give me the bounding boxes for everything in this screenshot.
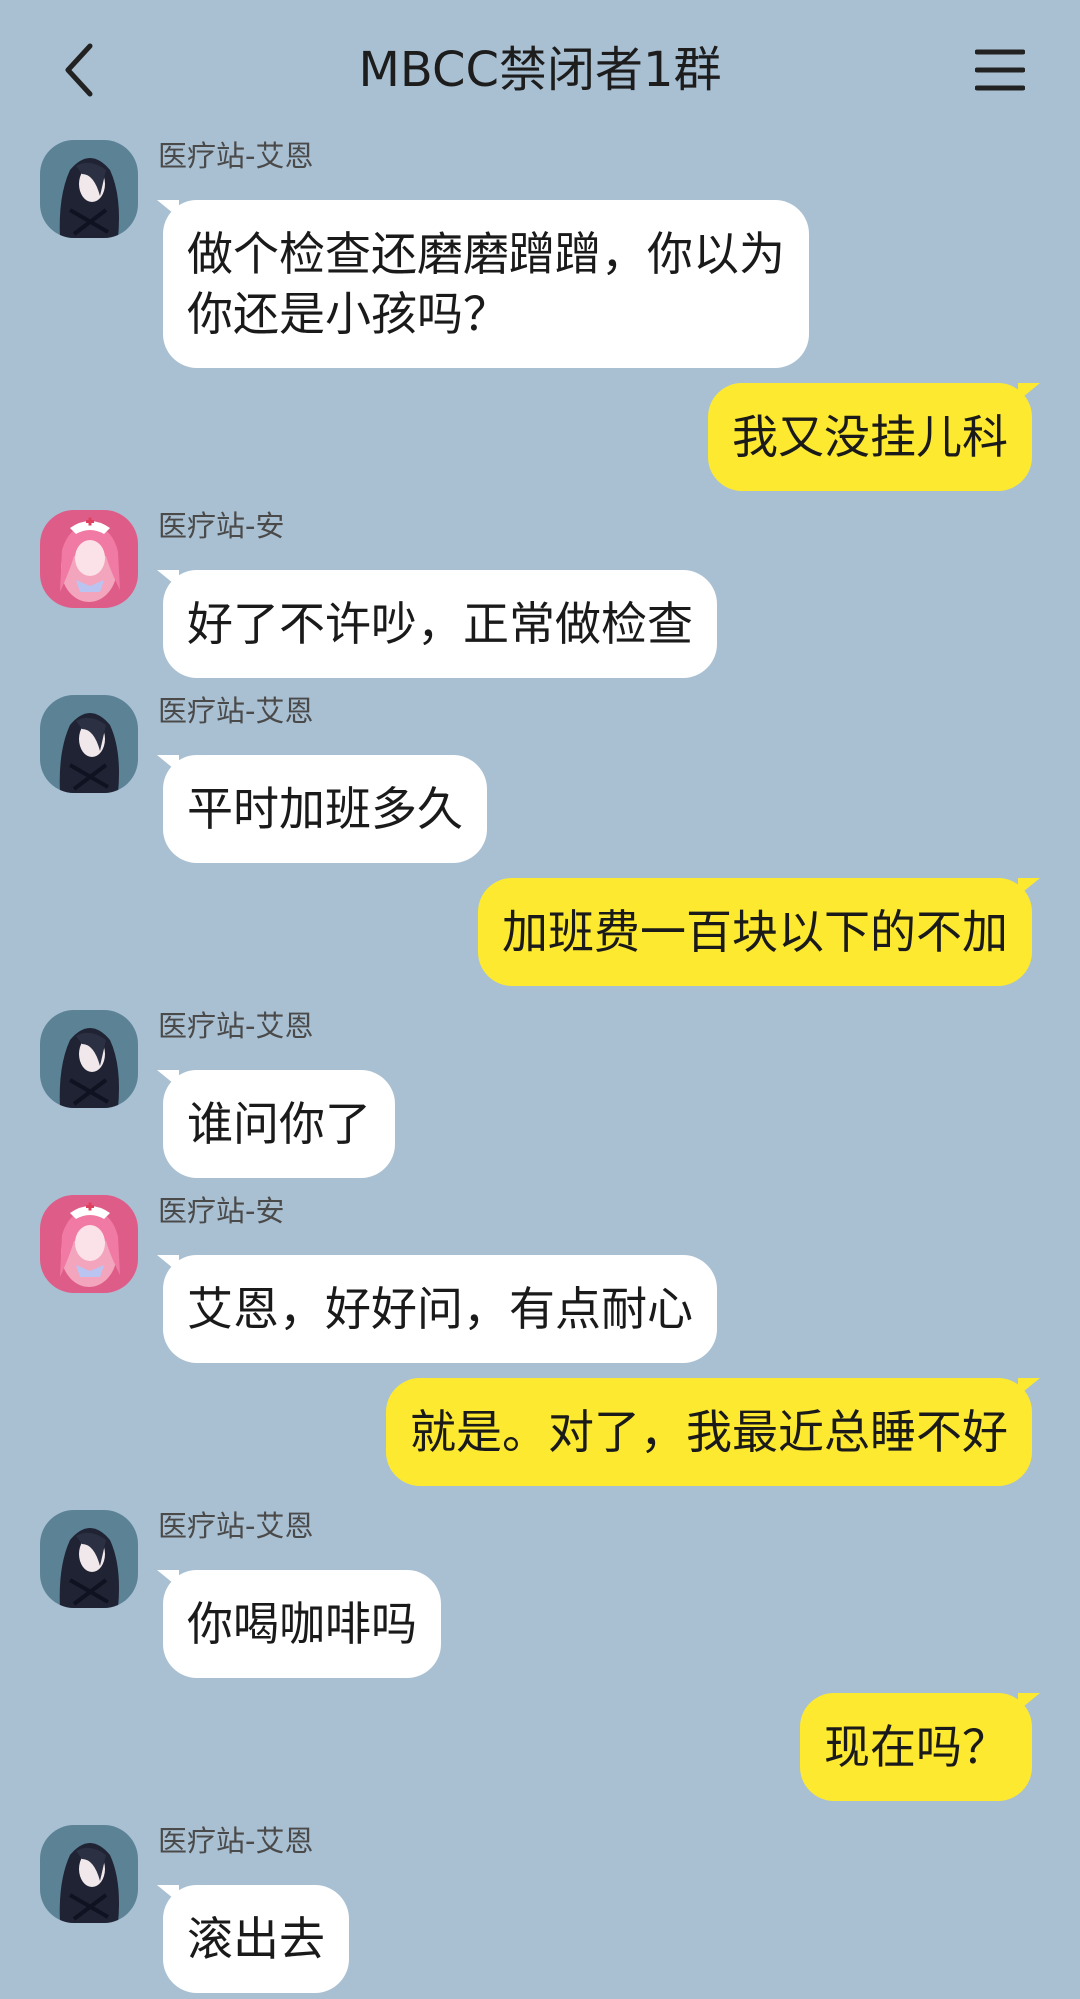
- outgoing-message: 我又没挂儿科: [0, 383, 1080, 493]
- dark-haired-avatar[interactable]: [40, 1010, 138, 1108]
- message-text-line: 现在吗？: [824, 1720, 1008, 1774]
- sender-name: 医疗站-艾恩: [158, 1509, 314, 1543]
- sender-name: 医疗站-安: [158, 1194, 285, 1228]
- message-bubble[interactable]: 做个检查还磨磨蹭蹭，你以为 你还是小孩吗？: [157, 200, 809, 368]
- incoming-message: 医疗站-安好了不许吵，正常做检查: [0, 508, 1080, 678]
- message-text-line: 就是。对了，我最近总睡不好: [410, 1405, 1008, 1459]
- chat-title: MBCC禁闭者1群: [358, 42, 722, 98]
- sender-name: 医疗站-艾恩: [158, 694, 314, 728]
- chat-header: MBCC禁闭者1群: [0, 0, 1080, 140]
- incoming-message: 医疗站-艾恩做个检查还磨磨蹭蹭，你以为 你还是小孩吗？: [0, 138, 1080, 368]
- dark-haired-avatar[interactable]: [40, 695, 138, 793]
- message-text-line: 加班费一百块以下的不加: [502, 905, 1008, 959]
- back-button[interactable]: [40, 30, 120, 110]
- outgoing-message: 就是。对了，我最近总睡不好: [0, 1378, 1080, 1488]
- message-text-line: 你喝咖啡吗: [187, 1597, 417, 1651]
- sender-name: 医疗站-安: [158, 509, 285, 543]
- dark-haired-avatar[interactable]: [40, 140, 138, 238]
- incoming-message: 医疗站-艾恩平时加班多久: [0, 693, 1080, 863]
- message-bubble[interactable]: 滚出去: [157, 1885, 349, 1993]
- message-text-line: 谁问你了: [187, 1097, 371, 1151]
- message-text-line: 平时加班多久: [187, 782, 463, 836]
- message-bubble[interactable]: 就是。对了，我最近总睡不好: [386, 1378, 1040, 1486]
- message-bubble[interactable]: 加班费一百块以下的不加: [478, 878, 1040, 986]
- message-text-line: 你还是小孩吗？: [187, 287, 509, 341]
- sender-name: 医疗站-艾恩: [158, 1009, 314, 1043]
- dark-haired-avatar[interactable]: [40, 1825, 138, 1923]
- incoming-message: 医疗站-艾恩谁问你了: [0, 1008, 1080, 1178]
- message-text-line: 好了不许吵，正常做检查: [187, 597, 693, 651]
- pink-haired-nurse-avatar[interactable]: [40, 510, 138, 608]
- message-text-line: 艾恩，好好问，有点耐心: [187, 1282, 693, 1336]
- incoming-message: 医疗站-艾恩滚出去: [0, 1823, 1080, 1993]
- dark-haired-avatar[interactable]: [40, 1510, 138, 1608]
- pink-haired-nurse-avatar[interactable]: [40, 1195, 138, 1293]
- incoming-message: 医疗站-艾恩你喝咖啡吗: [0, 1508, 1080, 1678]
- message-bubble[interactable]: 你喝咖啡吗: [157, 1570, 441, 1678]
- hamburger-menu-icon: [975, 49, 1025, 91]
- message-bubble[interactable]: 艾恩，好好问，有点耐心: [157, 1255, 717, 1363]
- message-text-line: 滚出去: [187, 1912, 325, 1966]
- menu-button[interactable]: [960, 30, 1040, 110]
- sender-name: 医疗站-艾恩: [158, 1824, 314, 1858]
- message-bubble[interactable]: 现在吗？: [800, 1693, 1040, 1801]
- outgoing-message: 现在吗？: [0, 1693, 1080, 1803]
- sender-name: 医疗站-艾恩: [158, 139, 314, 173]
- message-bubble[interactable]: 我又没挂儿科: [708, 383, 1040, 491]
- message-bubble[interactable]: 谁问你了: [157, 1070, 395, 1178]
- chevron-left-icon: [65, 43, 93, 97]
- message-bubble[interactable]: 平时加班多久: [157, 755, 487, 863]
- message-bubble[interactable]: 好了不许吵，正常做检查: [157, 570, 717, 678]
- outgoing-message: 加班费一百块以下的不加: [0, 878, 1080, 988]
- incoming-message: 医疗站-安艾恩，好好问，有点耐心: [0, 1193, 1080, 1363]
- message-text-line: 做个检查还磨磨蹭蹭，你以为: [187, 227, 785, 281]
- message-text-line: 我又没挂儿科: [732, 410, 1008, 464]
